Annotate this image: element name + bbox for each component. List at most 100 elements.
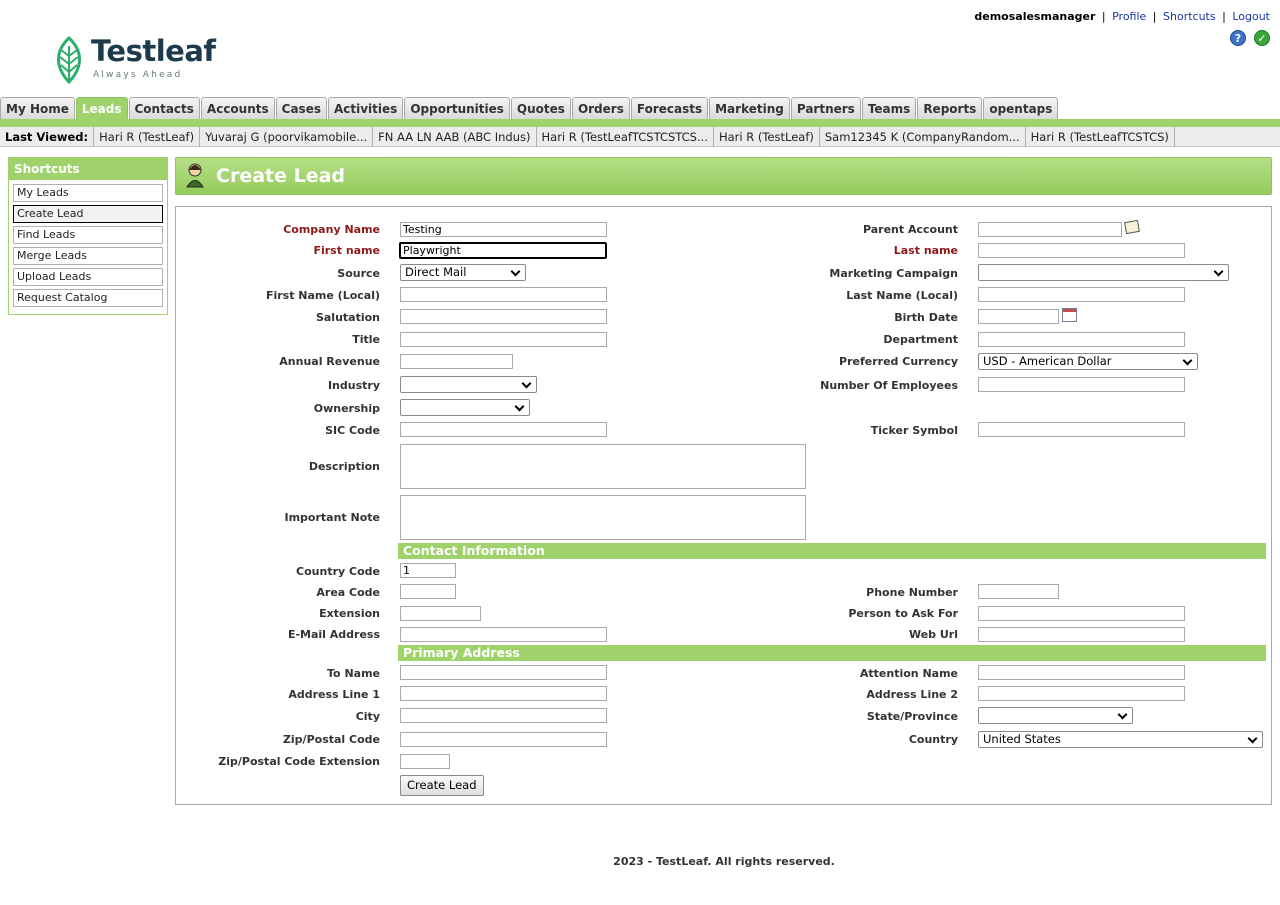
state-select[interactable] bbox=[978, 707, 1133, 724]
profile-link[interactable]: Profile bbox=[1112, 10, 1146, 23]
zip-input[interactable] bbox=[400, 732, 607, 747]
industry-select[interactable] bbox=[400, 376, 537, 393]
help-icon[interactable]: ? bbox=[1230, 30, 1246, 46]
country-label: Country bbox=[908, 733, 958, 746]
tab-opportunities[interactable]: Opportunities bbox=[404, 97, 510, 120]
zip-extension-input[interactable] bbox=[400, 754, 450, 769]
attention-name-input[interactable] bbox=[978, 665, 1185, 680]
last-viewed-item[interactable]: Hari R (TestLeafTCSTCS) bbox=[1026, 126, 1175, 147]
source-select[interactable]: Direct Mail bbox=[400, 264, 526, 281]
tab-forecasts[interactable]: Forecasts bbox=[630, 97, 709, 120]
shortcuts-panel: Shortcuts My Leads Create Lead Find Lead… bbox=[8, 157, 168, 315]
to-name-input[interactable] bbox=[400, 665, 607, 680]
brand-tagline: Always Ahead bbox=[93, 70, 183, 80]
ticker-symbol-input[interactable] bbox=[978, 422, 1185, 437]
preferred-currency-select[interactable]: USD - American Dollar bbox=[978, 353, 1198, 370]
logout-link[interactable]: Logout bbox=[1232, 10, 1270, 23]
marketing-campaign-select[interactable] bbox=[978, 264, 1229, 281]
ownership-select[interactable] bbox=[400, 399, 530, 416]
zip-extension-label: Zip/Postal Code Extension bbox=[218, 755, 380, 768]
area-code-input[interactable] bbox=[400, 584, 456, 599]
shortcut-request-catalog[interactable]: Request Catalog bbox=[13, 289, 163, 307]
last-viewed-item[interactable]: Hari R (TestLeaf) bbox=[714, 126, 820, 147]
user-bar: demosalesmanager | Profile | Shortcuts |… bbox=[974, 10, 1270, 23]
annual-revenue-input[interactable] bbox=[400, 354, 513, 369]
tab-leads[interactable]: Leads bbox=[75, 97, 128, 120]
first-name-local-label: First Name (Local) bbox=[265, 289, 380, 302]
industry-label: Industry bbox=[327, 379, 380, 392]
address-line2-label: Address Line 2 bbox=[866, 688, 958, 701]
separator: | bbox=[1222, 10, 1226, 23]
description-textarea[interactable] bbox=[400, 444, 806, 489]
tab-accounts[interactable]: Accounts bbox=[200, 97, 275, 120]
department-label: Department bbox=[883, 333, 958, 346]
tab-cases[interactable]: Cases bbox=[275, 97, 327, 120]
country-code-label: Country Code bbox=[296, 565, 380, 578]
web-url-input[interactable] bbox=[978, 627, 1185, 642]
important-note-textarea[interactable] bbox=[400, 495, 806, 540]
tab-teams[interactable]: Teams bbox=[861, 97, 917, 120]
country-code-input[interactable]: 1 bbox=[400, 563, 456, 578]
last-name-local-input[interactable] bbox=[978, 287, 1185, 302]
sic-code-input[interactable] bbox=[400, 422, 607, 437]
tab-activities[interactable]: Activities bbox=[327, 97, 404, 120]
phone-number-input[interactable] bbox=[978, 584, 1059, 599]
birth-date-label: Birth Date bbox=[894, 311, 958, 324]
ticker-symbol-label: Ticker Symbol bbox=[870, 424, 958, 437]
department-input[interactable] bbox=[978, 332, 1185, 347]
first-name-local-input[interactable] bbox=[400, 287, 607, 302]
username: demosalesmanager bbox=[974, 10, 1096, 23]
state-label: State/Province bbox=[866, 710, 958, 723]
last-viewed-item[interactable]: FN AA LN AAB (ABC Indus) bbox=[373, 126, 537, 147]
calendar-icon[interactable] bbox=[1062, 308, 1077, 322]
person-to-ask-label: Person to Ask For bbox=[848, 607, 958, 620]
check-icon: ✓ bbox=[1254, 30, 1270, 46]
shortcuts-title: Shortcuts bbox=[9, 158, 167, 180]
salutation-input[interactable] bbox=[400, 309, 607, 324]
address-line2-input[interactable] bbox=[978, 686, 1185, 701]
number-of-employees-label: Number Of Employees bbox=[820, 379, 958, 392]
birth-date-input[interactable] bbox=[978, 309, 1059, 324]
shortcuts-link[interactable]: Shortcuts bbox=[1163, 10, 1216, 23]
last-viewed-item[interactable]: Hari R (TestLeafTCSTCSTCS... bbox=[537, 126, 714, 147]
shortcuts-list: My Leads Create Lead Find Leads Merge Le… bbox=[13, 184, 163, 307]
country-select[interactable]: United States bbox=[978, 731, 1263, 748]
address-line1-input[interactable] bbox=[400, 686, 607, 701]
tab-partners[interactable]: Partners bbox=[790, 97, 861, 120]
create-lead-button[interactable]: Create Lead bbox=[400, 775, 484, 796]
footer-copyright: 2023 - TestLeaf. All rights reserved. bbox=[613, 855, 835, 868]
shortcut-merge-leads[interactable]: Merge Leads bbox=[13, 247, 163, 265]
company-name-input[interactable]: Testing bbox=[400, 222, 607, 237]
tab-quotes[interactable]: Quotes bbox=[510, 97, 571, 120]
phone-number-label: Phone Number bbox=[866, 586, 958, 599]
shortcut-my-leads[interactable]: My Leads bbox=[13, 184, 163, 202]
marketing-campaign-label: Marketing Campaign bbox=[829, 267, 958, 280]
last-viewed-item[interactable]: Hari R (TestLeaf) bbox=[94, 126, 201, 147]
shortcut-find-leads[interactable]: Find Leads bbox=[13, 226, 163, 244]
tab-orders[interactable]: Orders bbox=[571, 97, 630, 120]
tab-contacts[interactable]: Contacts bbox=[128, 97, 200, 120]
last-viewed-item[interactable]: Yuvaraj G (poorvikamobile... bbox=[200, 126, 374, 147]
tab-opentaps[interactable]: opentaps bbox=[983, 97, 1059, 120]
lead-person-icon bbox=[186, 163, 204, 188]
brand-name: Testleaf bbox=[91, 34, 216, 68]
tab-marketing[interactable]: Marketing bbox=[709, 97, 790, 120]
leaf-icon bbox=[57, 36, 81, 84]
shortcut-upload-leads[interactable]: Upload Leads bbox=[13, 268, 163, 286]
tab-reports[interactable]: Reports bbox=[917, 97, 983, 120]
first-name-input[interactable]: Playwright bbox=[399, 242, 607, 259]
shortcut-create-lead[interactable]: Create Lead bbox=[13, 205, 163, 223]
tab-my-home[interactable]: My Home bbox=[0, 97, 75, 120]
last-viewed-item[interactable]: Sam12345 K (CompanyRandom... bbox=[820, 126, 1026, 147]
city-input[interactable] bbox=[400, 708, 607, 723]
last-name-input[interactable] bbox=[978, 243, 1185, 258]
person-to-ask-input[interactable] bbox=[978, 606, 1185, 621]
extension-input[interactable] bbox=[400, 606, 481, 621]
email-input[interactable] bbox=[400, 627, 607, 642]
last-name-label: Last name bbox=[893, 244, 958, 257]
title-input[interactable] bbox=[400, 332, 607, 347]
parent-account-label: Parent Account bbox=[862, 223, 958, 236]
parent-account-input[interactable] bbox=[978, 222, 1122, 237]
number-of-employees-input[interactable] bbox=[978, 377, 1185, 392]
lookup-icon[interactable] bbox=[1124, 219, 1140, 235]
